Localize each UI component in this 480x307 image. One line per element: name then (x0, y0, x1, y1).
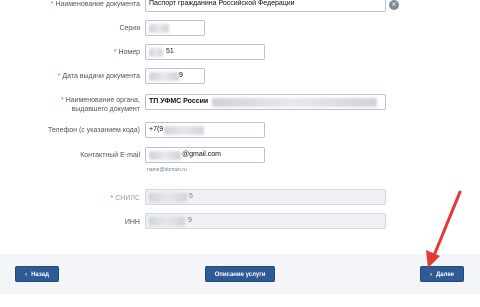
number-input[interactable]: 51 (145, 44, 265, 60)
inn-label: ИНН (124, 219, 140, 226)
chevron-left-icon: ‹ (25, 272, 28, 278)
issue-date-label: * Дата выдачи документа (57, 73, 140, 80)
snils-label: * СНИЛС (110, 195, 140, 202)
issuer-input[interactable]: ТП УФМС России (145, 94, 386, 110)
redacted-blur (149, 72, 179, 81)
issuer-label: * Наименование органа, выдавшего докумен… (61, 97, 140, 113)
annotation-arrow-icon (426, 190, 462, 268)
back-button[interactable]: ‹ Назад (15, 266, 59, 282)
phone-input[interactable]: +7(9 (145, 122, 265, 138)
doc-name-label: * Наименование документа (50, 1, 140, 8)
redacted-blur (164, 126, 204, 135)
email-label: Контактный E-mail (80, 152, 140, 159)
issue-date-input[interactable]: 9 (145, 68, 205, 84)
email-hint: name@domain.ru (147, 167, 187, 173)
redacted-blur (149, 151, 181, 160)
number-label: * Номер (113, 49, 140, 56)
series-label: Серия (119, 25, 140, 32)
redacted-blur (149, 217, 185, 226)
inn-input: 9 (145, 213, 386, 229)
service-description-button[interactable]: Описание услуги (205, 266, 275, 282)
doc-name-select[interactable]: Паспорт гражданина Российской Федерации (145, 0, 386, 12)
series-input[interactable] (145, 20, 205, 36)
email-input[interactable]: @gmail.com (145, 147, 265, 163)
redacted-blur (149, 193, 187, 202)
snils-input: 5 (145, 189, 386, 205)
phone-label: Телефон (с указанием кода) (47, 127, 140, 134)
redacted-blur (149, 24, 169, 33)
redacted-blur (149, 48, 163, 57)
redacted-blur (212, 98, 377, 107)
chevron-right-icon: › (429, 272, 432, 278)
clear-icon[interactable]: × (389, 0, 399, 10)
